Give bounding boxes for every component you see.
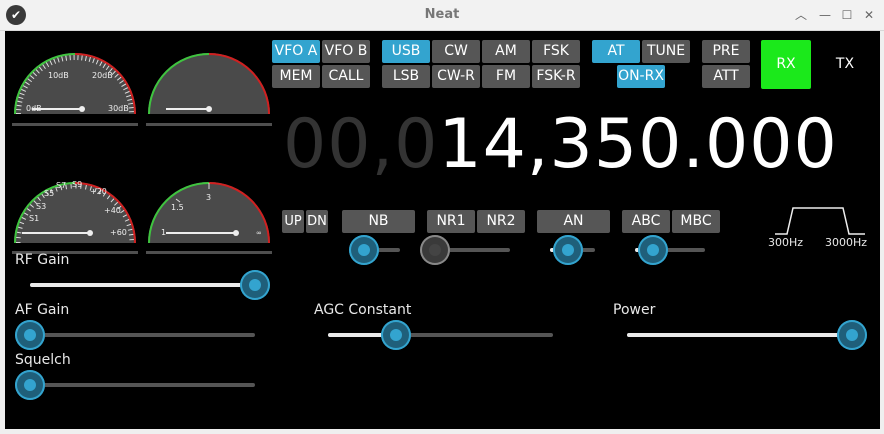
squelch-slider[interactable] xyxy=(15,370,255,400)
radio-panel: 10dB 20dB 0dB 30dB S7 S9 +20 S5 S3 +40 S… xyxy=(5,31,880,429)
frequency-display[interactable]: 00,014,350.000 xyxy=(283,105,838,185)
gauge-tick: 20dB xyxy=(92,71,113,80)
bandwidth-high: 3000Hz xyxy=(825,236,868,249)
slider-thumb[interactable] xyxy=(837,320,867,350)
fsk-button[interactable]: FSK xyxy=(532,40,580,63)
gauge-tick: +20 xyxy=(90,187,107,196)
tune-button[interactable]: TUNE xyxy=(642,40,690,63)
slider-thumb[interactable] xyxy=(240,270,270,300)
title-bar: ✔ Neat ︿ — ☐ ✕ xyxy=(0,0,884,31)
rf-gain-slider[interactable] xyxy=(30,270,270,300)
minimize-icon[interactable]: — xyxy=(816,6,834,24)
nr2-button[interactable]: NR2 xyxy=(477,210,525,233)
close-icon[interactable]: ✕ xyxy=(860,6,878,24)
call-button[interactable]: CALL xyxy=(322,65,370,88)
af-gain-label: AF Gain xyxy=(15,302,70,318)
gauge-tick: 1.5 xyxy=(171,203,184,212)
collapse-icon[interactable]: ︿ xyxy=(792,6,810,24)
mem-button[interactable]: MEM xyxy=(272,65,320,88)
gauge-tick: 10dB xyxy=(48,71,69,80)
bandwidth-low: 300Hz xyxy=(768,236,804,249)
slider-thumb[interactable] xyxy=(553,235,583,265)
rf-gain-label: RF Gain xyxy=(15,252,70,268)
gauge-bar xyxy=(146,251,272,254)
gauge-tick: S1 xyxy=(29,214,39,223)
fsk-r-button[interactable]: FSK-R xyxy=(532,65,580,88)
cw-button[interactable]: CW xyxy=(432,40,480,63)
an-button[interactable]: AN xyxy=(537,210,610,233)
vfo-b-button[interactable]: VFO B xyxy=(322,40,370,63)
at-button[interactable]: AT xyxy=(592,40,640,63)
squelch-label: Squelch xyxy=(15,352,71,368)
nb-button[interactable]: NB xyxy=(342,210,415,233)
slider-thumb[interactable] xyxy=(349,235,379,265)
gauge-tick: 30dB xyxy=(108,104,129,113)
power-slider[interactable] xyxy=(627,320,867,350)
vfo-a-button[interactable]: VFO A xyxy=(272,40,320,63)
gauge-tick: S3 xyxy=(36,202,46,211)
s-meter-gauge: S7 S9 +20 S5 S3 +40 S1 +60 xyxy=(14,180,136,243)
rx-button[interactable]: RX xyxy=(761,40,811,89)
mbc-button[interactable]: MBC xyxy=(672,210,720,233)
db-meter-gauge: 10dB 20dB 0dB 30dB xyxy=(14,53,136,114)
dn-button[interactable]: DN xyxy=(306,210,328,233)
cw-r-button[interactable]: CW-R xyxy=(432,65,480,88)
nr1-button[interactable]: NR1 xyxy=(427,210,475,233)
swr-meter-gauge: 3 1.5 1 ∞ xyxy=(148,182,270,243)
att-button[interactable]: ATT xyxy=(702,65,750,88)
abc-button[interactable]: ABC xyxy=(622,210,670,233)
am-button[interactable]: AM xyxy=(482,40,530,63)
fm-button[interactable]: FM xyxy=(482,65,530,88)
gauge-tick: S9 xyxy=(72,180,82,189)
lsb-button[interactable]: LSB xyxy=(382,65,430,88)
gauge-tick: S5 xyxy=(44,189,54,198)
gauge-tick: S7 xyxy=(56,181,66,190)
power-label: Power xyxy=(613,302,656,318)
agc-constant-slider[interactable] xyxy=(328,320,553,350)
gauge-tick: +60 xyxy=(110,228,127,237)
pre-button[interactable]: PRE xyxy=(702,40,750,63)
bandwidth-filter-icon xyxy=(775,207,865,235)
on-rx-button[interactable]: ON-RX xyxy=(617,65,665,88)
gauge-bar xyxy=(146,123,272,126)
af-gain-slider[interactable] xyxy=(15,320,255,350)
slider-thumb[interactable] xyxy=(15,320,45,350)
agc-constant-label: AGC Constant xyxy=(314,302,412,318)
gauge-tick: +40 xyxy=(104,206,121,215)
tx-button[interactable]: TX xyxy=(820,40,870,89)
power-meter-gauge xyxy=(148,53,270,114)
slider-fill xyxy=(30,283,255,287)
an-level-slider[interactable] xyxy=(550,235,595,265)
slider-thumb[interactable] xyxy=(380,320,411,350)
slider-thumb[interactable] xyxy=(15,370,45,400)
window-title: Neat xyxy=(424,7,460,22)
gauge-tick: 1 xyxy=(161,228,166,237)
slider-thumb[interactable] xyxy=(637,235,668,265)
nr-level-slider[interactable] xyxy=(420,235,510,265)
up-button[interactable]: UP xyxy=(282,210,304,233)
gauge-bar xyxy=(12,123,138,126)
slider-thumb[interactable] xyxy=(420,235,450,265)
frequency-value: 14,350.000 xyxy=(438,105,838,184)
nb-level-slider[interactable] xyxy=(349,235,400,265)
maximize-icon[interactable]: ☐ xyxy=(838,6,856,24)
slider-fill xyxy=(627,333,852,337)
gauge-tick: ∞ xyxy=(256,229,262,237)
gauge-tick: 3 xyxy=(206,193,211,202)
abc-level-slider[interactable] xyxy=(635,235,705,265)
usb-button[interactable]: USB xyxy=(382,40,430,63)
frequency-leading-zeros: 00,0 xyxy=(283,105,439,184)
